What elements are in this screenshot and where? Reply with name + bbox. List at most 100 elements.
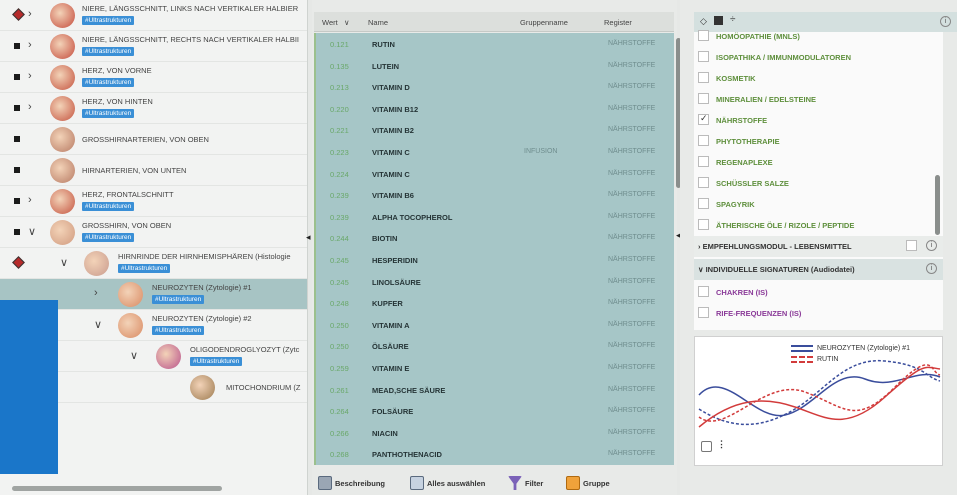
tree-row[interactable]: HIRNARTERIEN, VON UNTEN bbox=[0, 155, 307, 186]
table-row[interactable]: 0.259 VITAMIN E NÄHRSTOFFE bbox=[316, 357, 674, 379]
filter-button[interactable]: Filter bbox=[508, 475, 543, 491]
horizontal-scrollbar[interactable] bbox=[12, 486, 222, 491]
table-row[interactable]: 0.245 HESPERIDIN NÄHRSTOFFE bbox=[316, 249, 674, 271]
table-row[interactable]: 0.223 VITAMIN C INFUSION NÄHRSTOFFE bbox=[316, 141, 674, 163]
expand-chevron-icon[interactable]: › bbox=[94, 287, 98, 299]
checkbox[interactable] bbox=[698, 93, 709, 104]
ultrastrukturen-tag[interactable]: #Ultrastrukturen bbox=[82, 202, 135, 211]
cell-name: VITAMIN E bbox=[372, 364, 410, 373]
table-row[interactable]: 0.224 VITAMIN C NÄHRSTOFFE bbox=[316, 163, 674, 185]
ultrastrukturen-tag[interactable]: #Ultrastrukturen bbox=[190, 357, 243, 366]
col-gruppe[interactable]: Gruppenname bbox=[520, 18, 568, 27]
table-row[interactable]: 0.121 RUTIN NÄHRSTOFFE bbox=[316, 33, 674, 55]
section-empfehlungsmodul[interactable]: › EMPFEHLUNGSMODUL - LEBENSMITTEL i bbox=[694, 236, 943, 257]
col-register[interactable]: Register bbox=[604, 18, 632, 27]
table-row[interactable]: 0.221 VITAMIN B2 NÄHRSTOFFE bbox=[316, 119, 674, 141]
info-icon[interactable]: i bbox=[926, 263, 937, 274]
checkbox[interactable] bbox=[698, 113, 709, 125]
sort-chevron-icon[interactable]: ∨ bbox=[344, 18, 350, 27]
select-icon[interactable] bbox=[714, 16, 723, 25]
table-row[interactable]: 0.135 LUTEIN NÄHRSTOFFE bbox=[316, 55, 674, 77]
table-row[interactable]: 0.239 VITAMIN B6 NÄHRSTOFFE bbox=[316, 184, 674, 206]
checkbox[interactable] bbox=[698, 30, 709, 41]
ultrastrukturen-tag[interactable]: #Ultrastrukturen bbox=[82, 47, 135, 56]
table-row[interactable]: 0.250 ÖLSÄURE NÄHRSTOFFE bbox=[316, 335, 674, 357]
expand-chevron-icon[interactable]: › bbox=[28, 8, 32, 20]
filter-item[interactable]: SPAGYRIK bbox=[694, 194, 943, 215]
expand-chevron-icon[interactable]: ∨ bbox=[94, 318, 102, 331]
select-all-button[interactable]: Alles auswählen bbox=[410, 475, 485, 491]
table-row[interactable]: 0.264 FOLSÄURE NÄHRSTOFFE bbox=[316, 400, 674, 422]
checkbox[interactable] bbox=[698, 286, 709, 297]
filter-item[interactable]: RIFE-FREQUENZEN (IS) bbox=[694, 303, 943, 324]
info-icon[interactable]: i bbox=[926, 240, 937, 251]
filter-item[interactable]: REGENAPLEXE bbox=[694, 152, 943, 173]
table-row[interactable]: 0.213 VITAMIN D NÄHRSTOFFE bbox=[316, 76, 674, 98]
beschreibung-button[interactable]: Beschreibung bbox=[318, 475, 385, 491]
checkbox[interactable] bbox=[698, 51, 709, 62]
cell-wert: 0.250 bbox=[330, 320, 349, 330]
ultrastrukturen-tag[interactable]: #Ultrastrukturen bbox=[118, 264, 171, 273]
table-row[interactable]: 0.266 NIACIN NÄHRSTOFFE bbox=[316, 422, 674, 444]
table-row[interactable]: 0.245 LINOLSÄURE NÄHRSTOFFE bbox=[316, 271, 674, 293]
table-row[interactable]: 0.239 ALPHA TOCOPHEROL NÄHRSTOFFE bbox=[316, 206, 674, 228]
expand-chevron-icon[interactable]: › bbox=[28, 39, 32, 51]
ultrastrukturen-tag[interactable]: #Ultrastrukturen bbox=[82, 78, 135, 87]
tree-row[interactable]: › NIERE, LÄNGSSCHNITT, RECHTS NACH VERTIK… bbox=[0, 31, 307, 62]
tree-row[interactable]: › HERZ, FRONTALSCHNITT #Ultrastrukturen bbox=[0, 186, 307, 217]
filter-item[interactable]: ÄTHERISCHE ÖLE / RIZOLE / PEPTIDE bbox=[694, 215, 943, 236]
section-individuelle-signaturen[interactable]: ∨ INDIVIDUELLE SIGNATUREN (Audiodatei) i bbox=[694, 259, 943, 280]
col-name[interactable]: Name bbox=[368, 18, 388, 27]
tree-row[interactable]: › HERZ, VON VORNE #Ultrastrukturen bbox=[0, 62, 307, 93]
filter-item[interactable]: NÄHRSTOFFE bbox=[694, 110, 943, 131]
expand-chevron-icon[interactable]: › bbox=[28, 194, 32, 206]
filter-item[interactable]: ISOPATHIKA / IMMUNMODULATOREN bbox=[694, 47, 943, 68]
tree-row[interactable]: GROSSHIRNARTERIEN, VON OBEN bbox=[0, 124, 307, 155]
filter-scrollbar[interactable] bbox=[935, 175, 940, 235]
table-row[interactable]: 0.261 MEAD,SCHE SÄURE NÄHRSTOFFE bbox=[316, 379, 674, 401]
table-row[interactable]: 0.220 VITAMIN B12 NÄHRSTOFFE bbox=[316, 98, 674, 120]
table-row[interactable]: 0.250 VITAMIN A NÄHRSTOFFE bbox=[316, 314, 674, 336]
export-icon[interactable] bbox=[701, 441, 712, 452]
filter-item-label: NÄHRSTOFFE bbox=[716, 116, 768, 125]
tree-row[interactable]: › NIERE, LÄNGSSCHNITT, LINKS NACH VERTIKA… bbox=[0, 0, 307, 31]
section-checkbox[interactable] bbox=[906, 240, 917, 251]
expand-chevron-icon[interactable]: ∨ bbox=[60, 256, 68, 269]
table-row[interactable]: 0.244 BIOTIN NÄHRSTOFFE bbox=[316, 227, 674, 249]
collapse-left-icon[interactable]: ◂ bbox=[306, 232, 311, 243]
expand-chevron-icon[interactable]: ∨ bbox=[28, 225, 36, 238]
expand-chevron-icon[interactable]: ∨ bbox=[130, 349, 138, 362]
checkbox[interactable] bbox=[698, 219, 709, 230]
table-row[interactable]: 0.268 PANTHOTHENACID NÄHRSTOFFE bbox=[316, 443, 674, 465]
col-wert[interactable]: Wert bbox=[322, 18, 338, 27]
more-icon[interactable]: ⋮ bbox=[717, 439, 726, 450]
checkbox[interactable] bbox=[698, 177, 709, 188]
tree-row-label: HIRNRINDE DER HIRNHEMISPHÄREN (Histologi… bbox=[118, 252, 291, 261]
filter-item[interactable]: PHYTOTHERAPIE bbox=[694, 131, 943, 152]
expand-chevron-icon[interactable]: › bbox=[28, 101, 32, 113]
checkbox[interactable] bbox=[698, 72, 709, 83]
tree-row[interactable]: ∨ HIRNRINDE DER HIRNHEMISPHÄREN (Histolog… bbox=[0, 248, 307, 279]
filter-item[interactable]: CHAKREN (IS) bbox=[694, 282, 943, 303]
expand-chevron-icon[interactable]: › bbox=[28, 70, 32, 82]
tree-row[interactable]: › HERZ, VON HINTEN #Ultrastrukturen bbox=[0, 93, 307, 124]
filter-item[interactable]: MINERALIEN / EDELSTEINE bbox=[694, 89, 943, 110]
filter-item[interactable]: KOSMETIK bbox=[694, 68, 943, 89]
checkbox[interactable] bbox=[698, 156, 709, 167]
filter-panel: ◇ ÷ i HOMÖOPATHIE (MNLS) ISOPATHIKA / IMM… bbox=[680, 0, 957, 495]
checkbox[interactable] bbox=[698, 198, 709, 209]
ultrastrukturen-tag[interactable]: #Ultrastrukturen bbox=[82, 109, 135, 118]
filter-item[interactable]: SCHÜSSLER SALZE bbox=[694, 173, 943, 194]
ultrastrukturen-tag[interactable]: #Ultrastrukturen bbox=[152, 295, 205, 304]
sort-icon[interactable]: ÷ bbox=[730, 14, 736, 25]
tree-row[interactable]: ∨ GROSSHIRN, VON OBEN #Ultrastrukturen bbox=[0, 217, 307, 248]
tree-row-label: HIRNARTERIEN, VON UNTEN bbox=[82, 166, 187, 175]
table-row[interactable]: 0.248 KUPFER NÄHRSTOFFE bbox=[316, 292, 674, 314]
checkbox[interactable] bbox=[698, 135, 709, 146]
checkbox[interactable] bbox=[698, 307, 709, 318]
filter-item[interactable]: HOMÖOPATHIE (MNLS) bbox=[694, 26, 943, 47]
group-button[interactable]: Gruppe bbox=[566, 475, 610, 491]
ultrastrukturen-tag[interactable]: #Ultrastrukturen bbox=[152, 326, 205, 335]
ultrastrukturen-tag[interactable]: #Ultrastrukturen bbox=[82, 16, 135, 25]
ultrastrukturen-tag[interactable]: #Ultrastrukturen bbox=[82, 233, 135, 242]
